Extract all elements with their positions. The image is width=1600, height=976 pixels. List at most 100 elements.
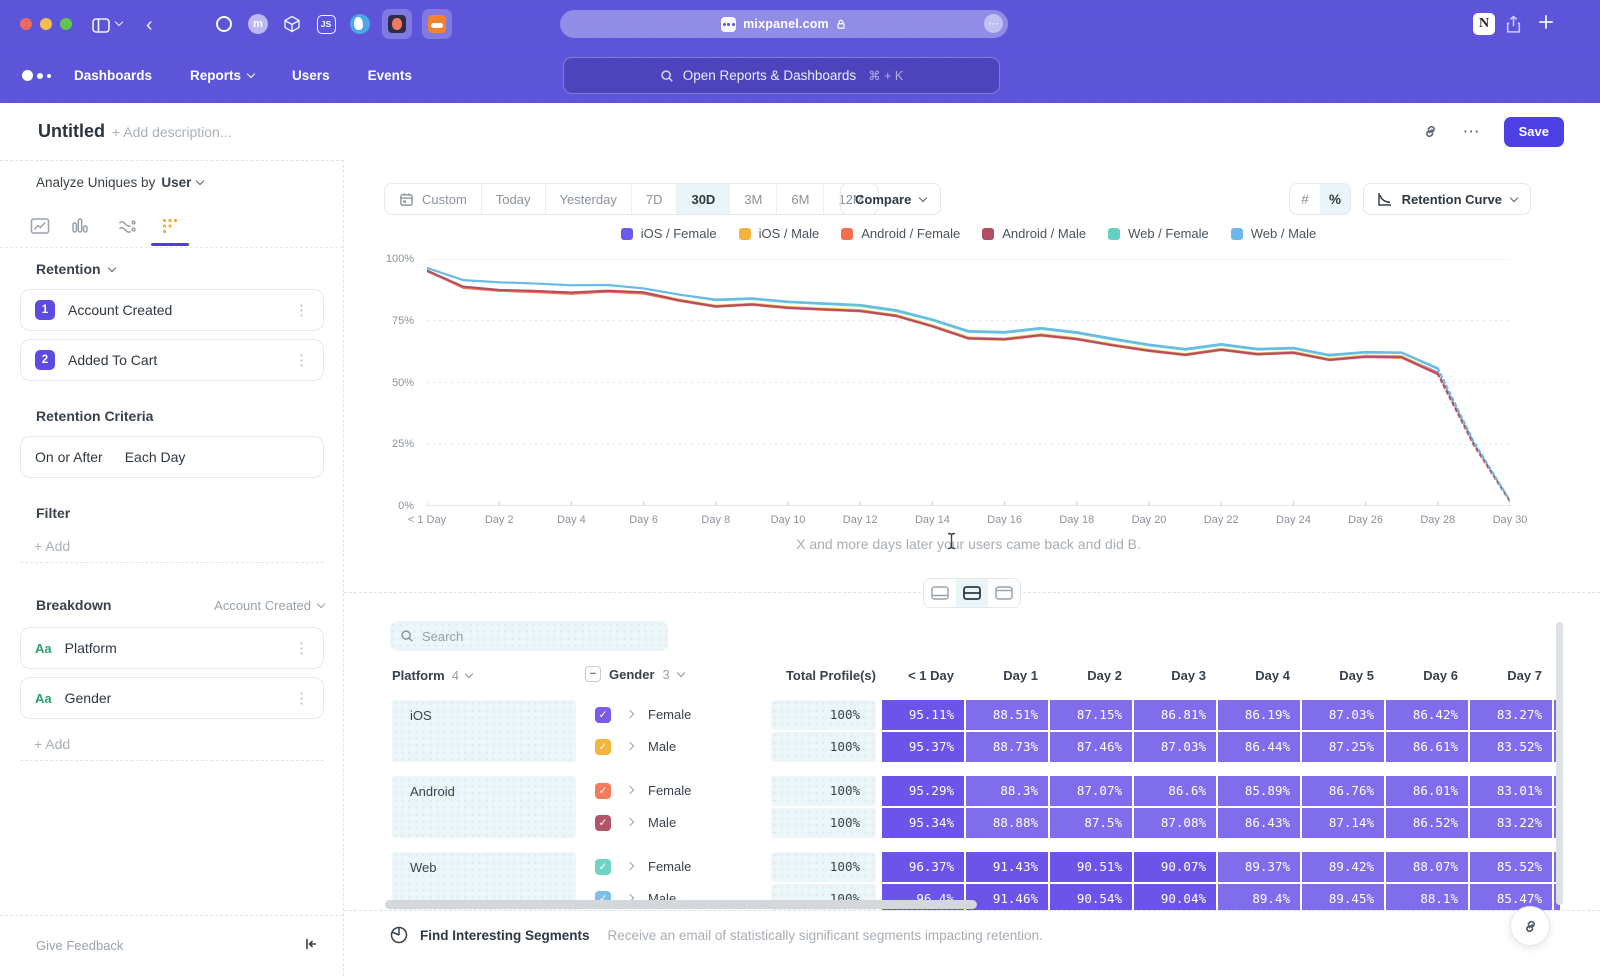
retention-value-cell[interactable]: 86.81%: [1134, 700, 1216, 730]
save-button[interactable]: Save: [1504, 117, 1564, 147]
step-added-to-cart[interactable]: 2 Added To Cart ⋮: [20, 339, 324, 381]
share-link-floating-button[interactable]: [1510, 906, 1550, 946]
series-checkbox[interactable]: ✓: [595, 739, 611, 755]
address-bar[interactable]: mixpanel.com ⋯: [560, 10, 1008, 38]
notion-tab-icon[interactable]: N: [1473, 13, 1495, 35]
javascript-icon[interactable]: JS: [314, 12, 338, 36]
expand-chevron-icon[interactable]: [626, 786, 634, 794]
retention-value-cell[interactable]: 86.6%: [1134, 776, 1216, 806]
series-checkbox[interactable]: ✓: [595, 815, 611, 831]
retention-value-cell[interactable]: 83.01%: [1470, 776, 1552, 806]
retention-criteria-card[interactable]: On or After Each Day: [20, 436, 324, 478]
vertical-scrollbar[interactable]: [1556, 622, 1563, 905]
retention-value-cell[interactable]: 90.51%: [1050, 852, 1132, 882]
close-button[interactable]: [20, 18, 32, 30]
retention-value-cell[interactable]: 88.07%: [1386, 852, 1468, 882]
range-7d[interactable]: 7D: [632, 184, 678, 214]
compare-button[interactable]: Compare: [840, 183, 941, 215]
retention-value-cell[interactable]: 86.42%: [1386, 700, 1468, 730]
expand-chevron-icon[interactable]: [626, 710, 634, 718]
table-search-input[interactable]: Search: [390, 621, 668, 651]
tab-retention[interactable]: [155, 211, 185, 241]
retention-value-cell[interactable]: 87.07%: [1050, 776, 1132, 806]
tab-insights[interactable]: [25, 211, 55, 241]
chart-type-selector[interactable]: Retention Curve: [1363, 183, 1531, 215]
more-options-icon[interactable]: ⋯: [1463, 122, 1480, 142]
retention-value-cell[interactable]: 95.34%: [882, 808, 964, 838]
retention-value-cell[interactable]: 89.45%: [1302, 884, 1384, 912]
kebab-menu-icon[interactable]: ⋮: [294, 351, 309, 369]
criteria-operator[interactable]: On or After: [35, 449, 103, 465]
step-account-created[interactable]: 1 Account Created ⋮: [20, 289, 324, 331]
minimize-button[interactable]: [40, 18, 52, 30]
retention-value-cell[interactable]: 86.61%: [1386, 732, 1468, 762]
retention-value-cell[interactable]: 85.52%: [1470, 852, 1552, 882]
copy-link-icon[interactable]: [1422, 123, 1439, 140]
retention-value-cell[interactable]: 88.1%: [1386, 884, 1468, 912]
kebab-menu-icon[interactable]: ⋮: [294, 639, 309, 657]
retention-value-cell[interactable]: 91.43%: [966, 852, 1048, 882]
retention-value-cell[interactable]: 89.4%: [1218, 884, 1300, 912]
retention-value-cell[interactable]: 87.14%: [1302, 808, 1384, 838]
legend-web-female[interactable]: Web / Female: [1108, 226, 1209, 241]
nav-item-dashboards[interactable]: Dashboards: [74, 68, 152, 83]
layout-chart-only-icon[interactable]: [924, 579, 956, 607]
retention-value-cell[interactable]: 87.08%: [1134, 808, 1216, 838]
retention-value-cell[interactable]: 88.73%: [966, 732, 1048, 762]
column-header-gender[interactable]: − Gender3: [585, 666, 684, 682]
retention-value-cell[interactable]: 89.37%: [1218, 852, 1300, 882]
new-tab-icon[interactable]: [1537, 13, 1555, 31]
series-checkbox[interactable]: ✓: [595, 783, 611, 799]
select-all-checkbox[interactable]: −: [585, 666, 601, 682]
legend-android-male[interactable]: Android / Male: [982, 226, 1086, 241]
retention-value-cell[interactable]: 87.5%: [1050, 808, 1132, 838]
retention-value-cell[interactable]: 95.11%: [882, 700, 964, 730]
column-header-platform[interactable]: Platform4: [392, 668, 472, 683]
retention-value-cell[interactable]: 87.03%: [1134, 732, 1216, 762]
site-settings-icon[interactable]: ⋯: [984, 14, 1003, 33]
zoom-button[interactable]: [60, 18, 72, 30]
retention-value-cell[interactable]: 86.44%: [1218, 732, 1300, 762]
breakdown-scope-selector[interactable]: Account Created: [214, 598, 324, 613]
breakdown-platform[interactable]: Aa Platform ⋮: [20, 627, 324, 669]
retention-value-cell[interactable]: 83.22%: [1470, 808, 1552, 838]
retention-value-cell[interactable]: 90.54%: [1050, 884, 1132, 912]
kebab-menu-icon[interactable]: ⋮: [294, 689, 309, 707]
retention-value-cell[interactable]: 86.76%: [1302, 776, 1384, 806]
collapse-sidebar-icon[interactable]: [303, 936, 319, 957]
tab-funnels[interactable]: [65, 211, 95, 241]
retention-value-cell[interactable]: 88.51%: [966, 700, 1048, 730]
retention-value-cell[interactable]: 86.52%: [1386, 808, 1468, 838]
share-icon[interactable]: [1505, 15, 1522, 34]
legend-ios-male[interactable]: iOS / Male: [739, 226, 820, 241]
avatar-m-icon[interactable]: m: [246, 12, 270, 36]
retention-value-cell[interactable]: 87.46%: [1050, 732, 1132, 762]
retention-value-cell[interactable]: 90.04%: [1134, 884, 1216, 912]
count-toggle-button[interactable]: #: [1290, 184, 1320, 214]
retention-value-cell[interactable]: 83.52%: [1470, 732, 1552, 762]
target-icon[interactable]: [212, 12, 236, 36]
analyze-value[interactable]: User: [161, 175, 191, 190]
retention-value-cell[interactable]: 83.27%: [1470, 700, 1552, 730]
retention-value-cell[interactable]: 90.07%: [1134, 852, 1216, 882]
add-filter-button[interactable]: + Add: [20, 529, 324, 563]
range-custom[interactable]: Custom: [385, 184, 482, 214]
global-search[interactable]: Open Reports & Dashboards ⌘ + K: [563, 57, 1000, 94]
retention-value-cell[interactable]: 87.15%: [1050, 700, 1132, 730]
layout-split-icon[interactable]: [956, 579, 988, 607]
sidebar-toggle-icon[interactable]: [92, 18, 110, 33]
retention-value-cell[interactable]: 95.37%: [882, 732, 964, 762]
nav-item-reports[interactable]: Reports: [190, 68, 254, 83]
range-30d[interactable]: 30D: [677, 184, 730, 214]
horizontal-scrollbar[interactable]: [385, 900, 977, 909]
percent-toggle-button[interactable]: %: [1320, 184, 1350, 214]
tab-flows[interactable]: [112, 211, 142, 241]
add-description[interactable]: + Add description...: [112, 124, 231, 140]
soundcloud-icon[interactable]: [422, 9, 452, 39]
add-breakdown-button[interactable]: + Add: [20, 727, 324, 761]
nav-item-users[interactable]: Users: [292, 68, 330, 83]
report-title[interactable]: Untitled: [38, 121, 105, 142]
give-feedback-link[interactable]: Give Feedback: [36, 938, 123, 953]
layout-table-only-icon[interactable]: [988, 579, 1020, 607]
retention-value-cell[interactable]: 89.42%: [1302, 852, 1384, 882]
